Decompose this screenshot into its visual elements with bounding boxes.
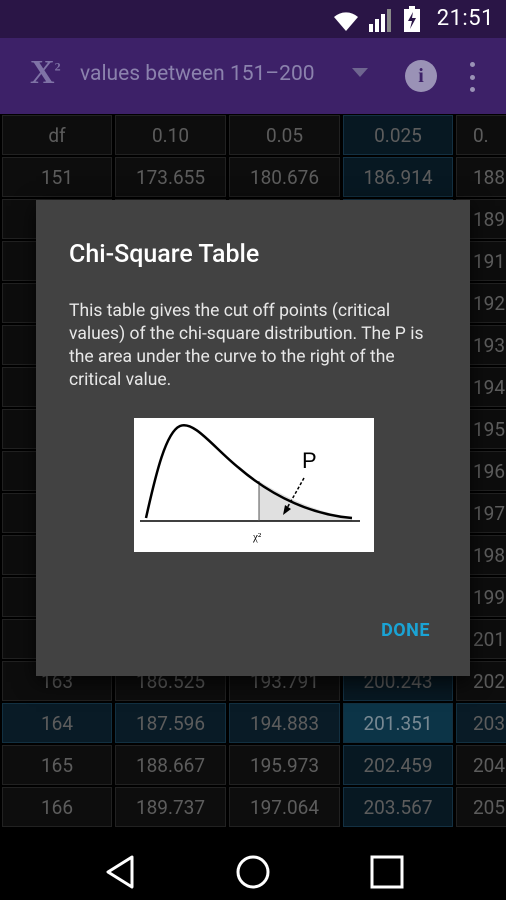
- app-bar: X2 values between 151–200 i: [0, 38, 506, 114]
- app-logo: X2: [30, 54, 61, 91]
- range-selector-title[interactable]: values between 151–200: [80, 62, 315, 86]
- chi-square-curve-figure: P χ²: [134, 418, 374, 552]
- figure-p-label: P: [302, 448, 317, 473]
- done-button[interactable]: DONE: [381, 620, 430, 641]
- signal-icon: [369, 9, 391, 32]
- dialog-body: This table gives the cut off points (cri…: [69, 301, 424, 390]
- status-bar: 21:51: [0, 0, 506, 38]
- status-time: 21:51: [436, 6, 494, 31]
- dialog-title: Chi-Square Table: [69, 240, 260, 269]
- status-icons: [332, 6, 420, 32]
- figure-chi-label: χ²: [252, 531, 262, 543]
- dropdown-arrow-icon[interactable]: [352, 68, 368, 78]
- back-icon[interactable]: [100, 852, 140, 892]
- info-dialog: Chi-Square Table This table gives the cu…: [36, 200, 470, 676]
- info-icon[interactable]: i: [405, 60, 437, 92]
- battery-charging-icon: [404, 6, 420, 32]
- wifi-icon: [334, 12, 358, 31]
- more-options-icon[interactable]: [464, 62, 480, 92]
- navigation-bar: [0, 842, 506, 900]
- home-icon[interactable]: [233, 852, 273, 892]
- recents-icon[interactable]: [367, 852, 407, 892]
